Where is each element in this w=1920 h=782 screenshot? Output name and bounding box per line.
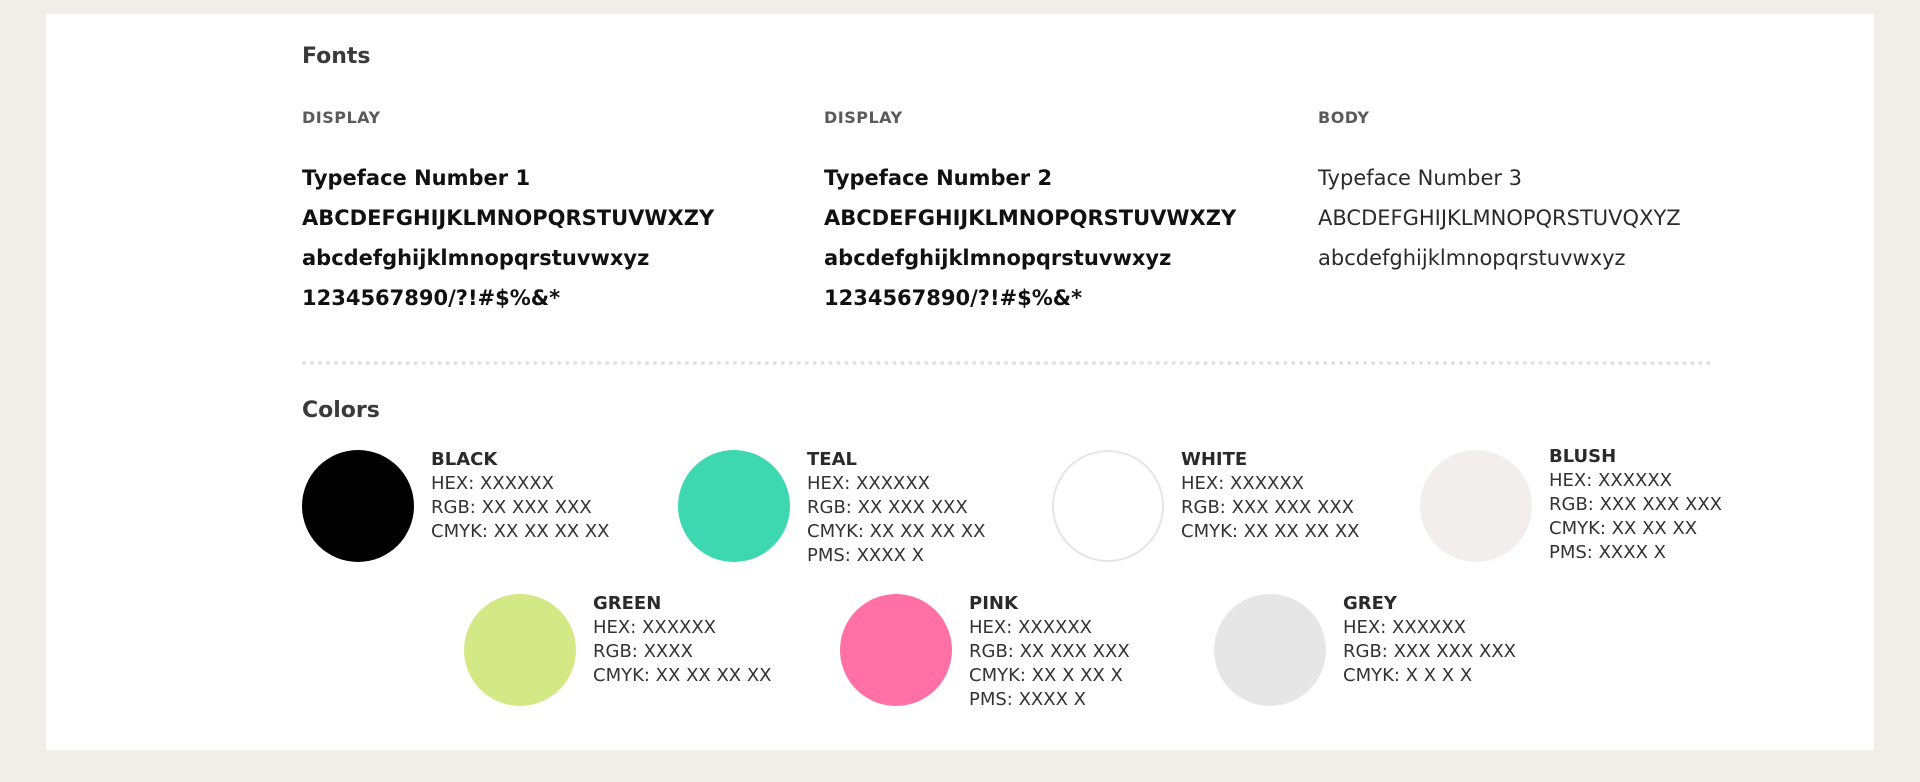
lowercase-sample: abcdefghijklmnopqrstuvwxyz	[302, 246, 650, 270]
numeric-sample: 1234567890/?!#$%&*	[824, 286, 1083, 310]
typeface-name: Typeface Number 2	[824, 166, 1053, 190]
color-name: GREEN	[593, 593, 662, 614]
color-rgb: RGB: XXX XXX XXX	[1181, 497, 1355, 518]
colors-heading: Colors	[302, 398, 380, 423]
font-column-1: DISPLAY Typeface Number 1 ABCDEFGHIJKLMN…	[302, 108, 714, 318]
color-name: WHITE	[1181, 449, 1248, 470]
color-hex: HEX: XXXXXX	[593, 617, 717, 638]
color-rgb: RGB: XX XXX XXX	[969, 641, 1130, 662]
color-name: TEAL	[807, 449, 857, 470]
lowercase-sample: abcdefghijklmnopqrstuvwxyz	[1318, 246, 1626, 270]
swatch-teal	[678, 450, 790, 562]
color-name: PINK	[969, 593, 1018, 614]
color-cmyk: CMYK: XX XX XX XX	[593, 665, 772, 686]
swatch-grey	[1214, 594, 1326, 706]
font-label: DISPLAY	[824, 108, 903, 127]
uppercase-sample: ABCDEFGHIJKLMNOPQRSTUVQXYZ	[1318, 206, 1681, 230]
uppercase-sample: ABCDEFGHIJKLMNOPQRSTUVWXZY	[824, 206, 1237, 230]
color-rgb: RGB: XXXX	[593, 641, 693, 662]
color-name: BLACK	[431, 449, 498, 470]
color-name: BLUSH	[1549, 446, 1617, 467]
color-info-teal: TEAL HEX: XXXXXX RGB: XX XXX XXX CMYK: X…	[807, 448, 986, 568]
color-hex: HEX: XXXXXX	[1549, 470, 1673, 491]
fonts-heading: Fonts	[302, 44, 371, 69]
swatch-black	[302, 450, 414, 562]
color-info-black: BLACK HEX: XXXXXX RGB: XX XXX XXX CMYK: …	[431, 448, 610, 544]
typeface-name: Typeface Number 3	[1318, 166, 1523, 190]
font-label: BODY	[1318, 108, 1370, 127]
color-info-white: WHITE HEX: XXXXXX RGB: XXX XXX XXX CMYK:…	[1181, 448, 1360, 544]
swatch-pink	[840, 594, 952, 706]
uppercase-sample: ABCDEFGHIJKLMNOPQRSTUVWXZY	[302, 206, 715, 230]
color-hex: HEX: XXXXXX	[431, 473, 555, 494]
font-column-3: BODY Typeface Number 3 ABCDEFGHIJKLMNOPQ…	[1318, 108, 1681, 278]
color-info-pink: PINK HEX: XXXXXX RGB: XX XXX XXX CMYK: X…	[969, 592, 1130, 712]
color-info-green: GREEN HEX: XXXXXX RGB: XXXX CMYK: XX XX …	[593, 592, 772, 688]
color-pms: PMS: XXXX X	[969, 689, 1086, 710]
brand-guide-card: Fonts DISPLAY Typeface Number 1 ABCDEFGH…	[46, 14, 1874, 750]
numeric-sample: 1234567890/?!#$%&*	[302, 286, 561, 310]
color-pms: PMS: XXXX X	[1549, 542, 1666, 563]
typeface-name: Typeface Number 1	[302, 166, 531, 190]
swatch-white	[1052, 450, 1164, 562]
color-info-grey: GREY HEX: XXXXXX RGB: XXX XXX XXX CMYK: …	[1343, 592, 1516, 688]
color-cmyk: CMYK: XX XX XX XX	[807, 521, 986, 542]
color-cmyk: CMYK: XX XX XX XX	[431, 521, 610, 542]
color-hex: HEX: XXXXXX	[969, 617, 1093, 638]
swatch-green	[464, 594, 576, 706]
section-divider	[302, 361, 1712, 365]
color-rgb: RGB: XXX XXX XXX	[1343, 641, 1517, 662]
color-info-blush: BLUSH HEX: XXXXXX RGB: XXX XXX XXX CMYK:…	[1549, 445, 1722, 565]
font-label: DISPLAY	[302, 108, 381, 127]
color-cmyk: CMYK: XX XX XX XX	[1181, 521, 1360, 542]
color-hex: HEX: XXXXXX	[1343, 617, 1467, 638]
color-hex: HEX: XXXXXX	[1181, 473, 1305, 494]
color-hex: HEX: XXXXXX	[807, 473, 931, 494]
color-rgb: RGB: XX XXX XXX	[431, 497, 592, 518]
color-name: GREY	[1343, 593, 1397, 614]
color-cmyk: CMYK: X X X X	[1343, 665, 1473, 686]
color-cmyk: CMYK: XX X XX X	[969, 665, 1123, 686]
color-cmyk: CMYK: XX XX XX	[1549, 518, 1698, 539]
color-pms: PMS: XXXX X	[807, 545, 924, 566]
swatch-blush	[1420, 450, 1532, 562]
font-column-2: DISPLAY Typeface Number 2 ABCDEFGHIJKLMN…	[824, 108, 1236, 318]
color-rgb: RGB: XXX XXX XXX	[1549, 494, 1723, 515]
lowercase-sample: abcdefghijklmnopqrstuvwxyz	[824, 246, 1172, 270]
color-rgb: RGB: XX XXX XXX	[807, 497, 968, 518]
